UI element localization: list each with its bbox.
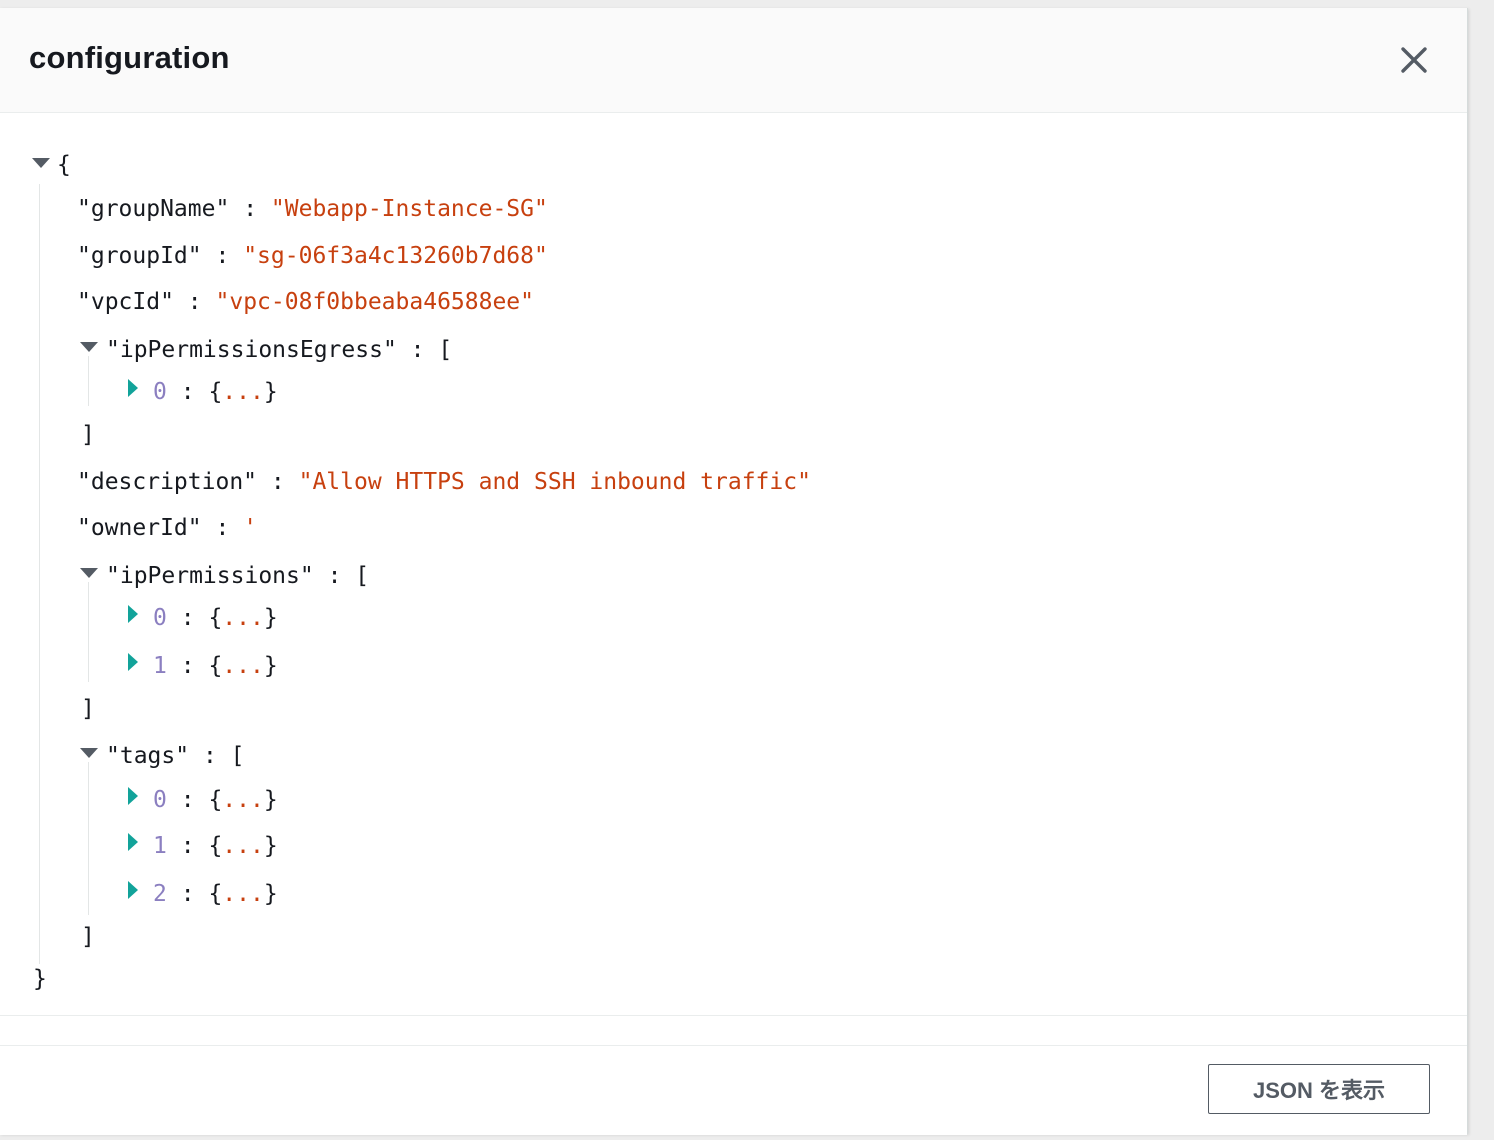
field-value: '	[243, 515, 258, 541]
field-ipPermissions: "ipPermissions" : [	[106, 563, 370, 589]
ipPermissions-item-0[interactable]: 0 : {...}	[153, 603, 278, 633]
close-button[interactable]	[1394, 44, 1434, 78]
field-ipPermissionsEgress: "ipPermissionsEgress" : [	[106, 337, 453, 363]
field-tags: "tags" : [	[106, 743, 245, 769]
show-json-button[interactable]: JSON を表示	[1208, 1064, 1430, 1114]
field-key: "groupName"	[77, 196, 230, 222]
tags-close-bracket: ]	[81, 924, 95, 950]
ipPermissions-item-0-expand-toggle[interactable]	[128, 605, 138, 623]
ipPermissions-item-1[interactable]: 1 : {...}	[153, 651, 278, 681]
ipPermissionsEgress-item-0-expand-toggle[interactable]	[128, 379, 138, 397]
modal-title: configuration	[29, 40, 230, 75]
root-open-brace: {	[57, 152, 71, 178]
ipPermissions-collapse-toggle[interactable]	[80, 568, 98, 578]
ipPermissionsEgress-close-bracket: ]	[81, 422, 95, 448]
ipPermissionsEgress-collapse-toggle[interactable]	[80, 342, 98, 352]
field-key: "description"	[77, 469, 258, 495]
field-key: "ipPermissions"	[106, 563, 314, 589]
field-key: "ownerId"	[77, 515, 202, 541]
field-key: "ipPermissionsEgress"	[106, 337, 397, 363]
modal-footer: JSON を表示	[0, 1045, 1467, 1135]
tags-item-2[interactable]: 2 : {...}	[153, 879, 278, 909]
egress-guide-line	[88, 356, 89, 406]
ipPermissionsEgress-item-0[interactable]: 0 : {...}	[153, 377, 278, 407]
field-value: "vpc-08f0bbeaba46588ee"	[215, 289, 535, 315]
ipPermissions-item-1-expand-toggle[interactable]	[128, 653, 138, 671]
field-key: "groupId"	[77, 243, 202, 269]
field-description: "description" : "Allow HTTPS and SSH inb…	[77, 469, 811, 495]
field-groupName: "groupName" : "Webapp-Instance-SG"	[77, 196, 548, 222]
modal-header: configuration	[0, 8, 1467, 113]
root-collapse-toggle[interactable]	[32, 158, 50, 168]
tags-collapse-toggle[interactable]	[80, 748, 98, 758]
root-close-brace: }	[33, 966, 47, 992]
tags-item-0-expand-toggle[interactable]	[128, 787, 138, 805]
configuration-modal: configuration { "groupName" : "Webapp-In…	[0, 8, 1468, 1135]
tags-item-0[interactable]: 0 : {...}	[153, 785, 278, 815]
ipPermissions-close-bracket: ]	[81, 696, 95, 722]
tags-item-2-expand-toggle[interactable]	[128, 881, 138, 899]
field-key: "tags"	[106, 743, 190, 769]
content-divider	[0, 1015, 1467, 1016]
field-ownerId: "ownerId" : '	[77, 515, 258, 541]
ippermissions-guide-line	[88, 582, 89, 682]
root-guide-line	[39, 184, 40, 964]
field-value: "Allow HTTPS and SSH inbound traffic"	[298, 469, 811, 495]
field-value: "sg-06f3a4c13260b7d68"	[243, 243, 548, 269]
tags-item-1-expand-toggle[interactable]	[128, 833, 138, 851]
field-groupId: "groupId" : "sg-06f3a4c13260b7d68"	[77, 243, 548, 269]
tags-item-1[interactable]: 1 : {...}	[153, 831, 278, 861]
field-value: "Webapp-Instance-SG"	[270, 196, 548, 222]
field-key: "vpcId"	[77, 289, 174, 315]
field-vpcId: "vpcId" : "vpc-08f0bbeaba46588ee"	[77, 289, 535, 315]
tags-guide-line	[88, 762, 89, 915]
close-icon	[1401, 47, 1427, 73]
json-tree-viewer: { "groupName" : "Webapp-Instance-SG" "gr…	[0, 112, 1467, 1015]
